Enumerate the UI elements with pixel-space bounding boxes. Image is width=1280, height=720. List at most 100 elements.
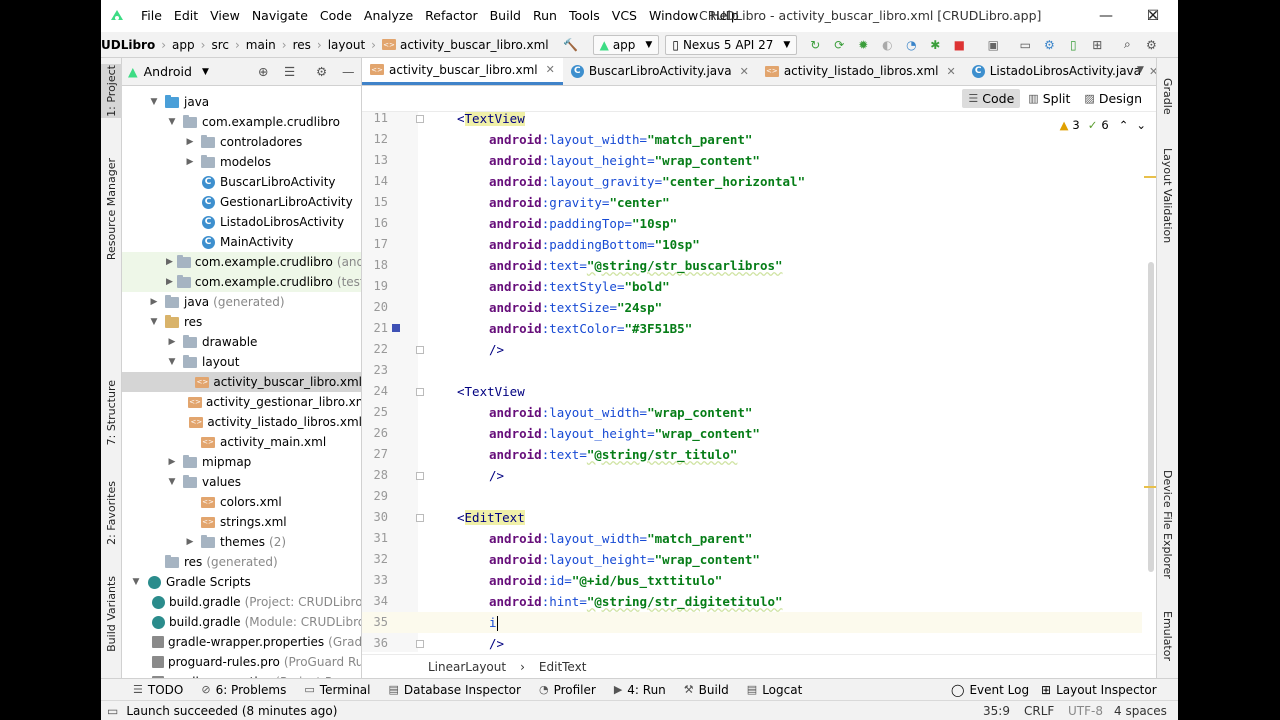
chevron-down-icon[interactable]: ▼	[1137, 65, 1144, 75]
breadcrumb-item[interactable]: activity_buscar_libro.xml	[400, 38, 549, 52]
tree-item[interactable]: ▶ themes (2)	[122, 532, 361, 552]
tool-tab-device-file-explorer[interactable]: Device File Explorer	[1157, 466, 1178, 582]
code-line[interactable]: 11 <TextView	[362, 112, 1142, 129]
tree-item[interactable]: ▼ res	[122, 312, 361, 332]
code-line[interactable]: 30 <EditText	[362, 507, 1142, 528]
breadcrumb-item[interactable]: src	[211, 38, 229, 52]
tool-tab-layout-validation[interactable]: Layout Validation	[1157, 144, 1178, 248]
settings-icon[interactable]: ⚙	[1143, 37, 1159, 53]
file-encoding[interactable]: UTF-8	[1068, 701, 1103, 720]
menu-analyze[interactable]: Analyze	[358, 0, 419, 32]
tree-item[interactable]: ▼ values	[122, 472, 361, 492]
chevron-right-icon[interactable]: ▶	[184, 537, 196, 547]
code-line[interactable]: 22 />	[362, 339, 1142, 360]
chevron-right-icon[interactable]: ▶	[166, 257, 173, 267]
code-mode-button[interactable]: ☰ Code	[962, 89, 1021, 108]
gear-icon[interactable]: ⚙	[316, 64, 327, 79]
close-icon[interactable]: ✕	[546, 63, 555, 76]
menu-file[interactable]: File	[135, 0, 168, 32]
chevron-right-icon[interactable]: ▶	[166, 337, 178, 347]
code-line[interactable]: 13 android:layout_height="wrap_content"	[362, 150, 1142, 171]
status-panel-icon[interactable]: ▭	[107, 704, 118, 718]
chevron-right-icon[interactable]: ▶	[184, 157, 196, 167]
tree-item[interactable]: ▼ layout	[122, 352, 361, 372]
collapse-all-icon[interactable]: ☰	[284, 64, 295, 79]
breadcrumb-item[interactable]: LinearLayout	[428, 660, 506, 674]
tool-tab-project[interactable]: 1: Project	[101, 64, 122, 118]
tool-window-4-run[interactable]: ▶ 4: Run	[614, 683, 666, 697]
tree-item[interactable]: ▼ java	[122, 92, 361, 112]
avd-manager-icon[interactable]: ▯	[1065, 37, 1081, 53]
chevron-down-icon[interactable]: ▼	[130, 577, 142, 587]
tree-item[interactable]: ▶ com.example.crudlibro(androidT	[122, 252, 361, 272]
code-line[interactable]: 33 android:id="@+id/bus_txttitulo"	[362, 570, 1142, 591]
tool-window-logcat[interactable]: ▤ Logcat	[747, 683, 803, 697]
code-line[interactable]: 31 android:layout_width="match_parent"	[362, 528, 1142, 549]
breadcrumb-item[interactable]: main	[246, 38, 276, 52]
chevron-right-icon[interactable]: ▶	[148, 297, 160, 307]
tree-item[interactable]: build.gradle (Project: CRUDLibro)	[122, 592, 361, 612]
tree-item[interactable]: ▶ com.example.crudlibro(test)	[122, 272, 361, 292]
chevron-down-icon[interactable]: ⌄	[1136, 118, 1146, 132]
code-line[interactable]: 20 android:textSize="24sp"	[362, 297, 1142, 318]
menu-window[interactable]: Window	[643, 0, 704, 32]
rerun-icon[interactable]: ↻	[807, 37, 823, 53]
menu-refactor[interactable]: Refactor	[419, 0, 483, 32]
tree-item[interactable]: <> colors.xml	[122, 492, 361, 512]
code-line[interactable]: 34 android:hint="@string/str_digitetitulo…	[362, 591, 1142, 612]
chevron-right-icon[interactable]: ▶	[166, 277, 173, 287]
color-swatch-icon[interactable]	[392, 324, 400, 332]
event-log-button[interactable]: ◯ Event Log	[951, 679, 1029, 701]
code-line[interactable]: 28 />	[362, 465, 1142, 486]
sync-project-icon[interactable]: ▣	[985, 37, 1001, 53]
tree-item[interactable]: <> activity_gestionar_libro.xml	[122, 392, 361, 412]
breadcrumb-item[interactable]: layout	[328, 38, 365, 52]
code-line[interactable]: 12 android:layout_width="match_parent"	[362, 129, 1142, 150]
indent-setting[interactable]: 4 spaces	[1114, 701, 1167, 720]
chevron-down-icon[interactable]: ▼	[148, 317, 160, 327]
tree-item[interactable]: ▼ com.example.crudlibro	[122, 112, 361, 132]
chevron-right-icon[interactable]: ▶	[184, 137, 196, 147]
stop-icon[interactable]: ■	[951, 37, 967, 53]
tree-item[interactable]: ▶ controladores	[122, 132, 361, 152]
sdk-manager-icon[interactable]: ⚙	[1041, 37, 1057, 53]
editor-scrollbar[interactable]	[1146, 112, 1156, 652]
tree-item[interactable]: <> activity_buscar_libro.xml	[122, 372, 361, 392]
code-line[interactable]: 14 android:layout_gravity="center_horizon…	[362, 171, 1142, 192]
warning-stripe[interactable]	[1144, 486, 1156, 488]
layout-inspector-button[interactable]: ⊞ Layout Inspector	[1041, 679, 1157, 701]
chevron-down-icon[interactable]: ▼	[202, 67, 209, 77]
tree-item[interactable]: ▶ mipmap	[122, 452, 361, 472]
close-icon[interactable]: ✕	[1149, 65, 1156, 78]
caret-position[interactable]: 35:9	[983, 701, 1010, 720]
menu-code[interactable]: Code	[314, 0, 358, 32]
line-separator[interactable]: CRLF	[1024, 701, 1054, 720]
menu-build[interactable]: Build	[484, 0, 527, 32]
warning-stripe[interactable]	[1144, 176, 1156, 178]
editor-tab[interactable]: C ListadoLibrosActivity.java ✕	[964, 58, 1156, 85]
tree-item[interactable]: C GestionarLibroActivity	[122, 192, 361, 212]
scroll-thumb[interactable]	[1148, 262, 1154, 572]
tree-item[interactable]: ▶ java (generated)	[122, 292, 361, 312]
tool-window-database-inspector[interactable]: ▤ Database Inspector	[389, 683, 521, 697]
chevron-right-icon[interactable]: ▶	[166, 457, 178, 467]
code-line[interactable]: 36 />	[362, 633, 1142, 652]
debug-icon[interactable]: ✹	[855, 37, 871, 53]
design-mode-button[interactable]: ▨ Design	[1078, 89, 1148, 108]
code-line[interactable]: 16 android:paddingTop="10sp"	[362, 213, 1142, 234]
status-message[interactable]: Launch succeeded (8 minutes ago)	[126, 704, 337, 718]
attach-debugger-icon[interactable]: ✱	[927, 37, 943, 53]
fold-icon[interactable]	[416, 472, 424, 480]
inspection-widget[interactable]: ▲ 3 ✓ 6 ⌃ ⌄	[1056, 118, 1146, 132]
close-icon[interactable]: ✕	[946, 65, 955, 78]
close-button[interactable]: ✕	[1130, 0, 1176, 32]
menu-run[interactable]: Run	[527, 0, 563, 32]
tool-tab-structure[interactable]: 7: Structure	[101, 380, 122, 446]
code-line[interactable]: 18 android:text="@string/str_buscarlibros…	[362, 255, 1142, 276]
tree-item[interactable]: C MainActivity	[122, 232, 361, 252]
code-line[interactable]: 23	[362, 360, 1142, 381]
breadcrumb-item[interactable]: app	[172, 38, 195, 52]
code-line[interactable]: 24 <TextView	[362, 381, 1142, 402]
profile-icon[interactable]: ◐	[879, 37, 895, 53]
close-icon[interactable]: ✕	[740, 65, 749, 78]
